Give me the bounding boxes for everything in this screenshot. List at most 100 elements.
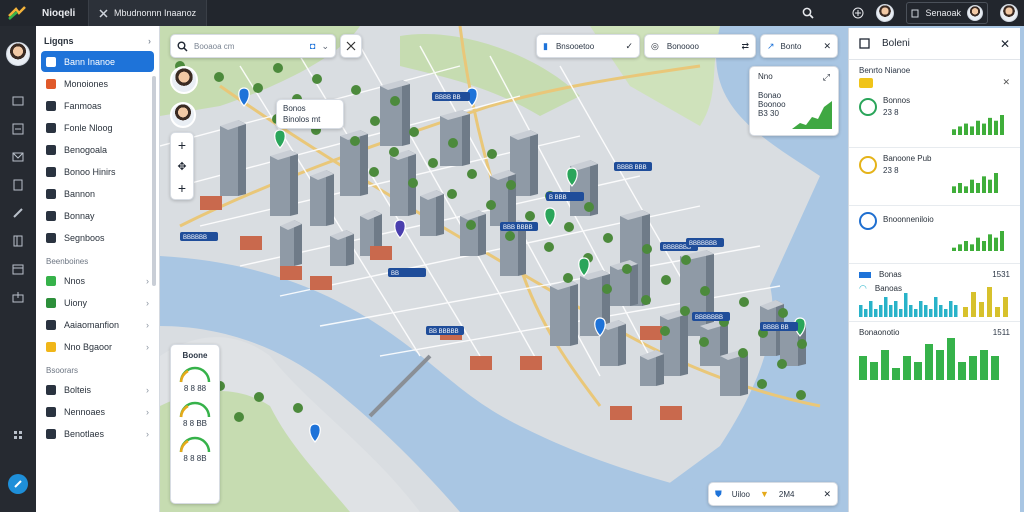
file-icon[interactable]: [9, 176, 27, 194]
shield-icon: [46, 297, 56, 308]
filter-pill-2[interactable]: ◎ Bonoooo ⇄: [644, 34, 756, 58]
sidebar-scrollbar[interactable]: [152, 76, 156, 286]
profile-avatar[interactable]: [6, 42, 30, 66]
sidebar-item[interactable]: Nennoaes ›: [41, 401, 154, 422]
stat-icon: [859, 212, 877, 230]
sidebar-item[interactable]: Bonoo Hinirs: [41, 161, 154, 182]
pen-icon[interactable]: [9, 204, 27, 222]
avatar-secondary[interactable]: [1000, 4, 1018, 22]
stat-row-green[interactable]: Bonaonotio 1511: [849, 322, 1020, 386]
mini-chart-card[interactable]: Nno ⤢ Bonao Boonoo B3 30: [749, 66, 839, 136]
sidebar-item[interactable]: Nnos ›: [41, 270, 154, 291]
layers-icon: [46, 78, 56, 89]
calendar-icon[interactable]: [9, 260, 27, 278]
filter-icon[interactable]: ◘: [310, 41, 315, 51]
layers-icon[interactable]: [9, 120, 27, 138]
sidebar-item[interactable]: Fonle Nloog: [41, 117, 154, 138]
upload-icon[interactable]: [9, 288, 27, 306]
star-icon: [46, 341, 56, 352]
close-icon[interactable]: ✕: [1002, 77, 1010, 88]
bar: [947, 338, 955, 380]
avatar[interactable]: [876, 4, 895, 22]
tree: [389, 147, 399, 157]
bottom-status-bar[interactable]: ⛊ Uiloo ▼ 2M4 ✕: [708, 482, 838, 506]
filter-pill-3[interactable]: ↗ Bonto ✕: [760, 34, 838, 58]
sidebar-item[interactable]: Nno Bgaoor ›: [41, 336, 154, 357]
search-icon[interactable]: [802, 7, 815, 19]
tree: [351, 85, 361, 95]
sidebar-section-label: Beenboines: [46, 257, 89, 266]
pin-icon: ▼: [760, 489, 769, 499]
tree: [486, 200, 496, 210]
bar: [904, 293, 908, 317]
tree: [525, 211, 535, 221]
map-view[interactable]: BBBB BB BBBBBB BBB BBBB BBBB BBB BBBBBBB BB BB…: [160, 26, 848, 512]
building-icon: [46, 166, 56, 177]
bar: [914, 309, 918, 317]
compass-icon[interactable]: [8, 474, 28, 494]
sidebar-item[interactable]: Bonnay: [41, 205, 154, 226]
user-avatar-marker[interactable]: [170, 102, 196, 128]
expand-button[interactable]: [340, 34, 362, 58]
map-search[interactable]: Booaoa cm ◘ ⌄: [170, 34, 336, 58]
sidebar-item[interactable]: Monoiones: [41, 73, 154, 94]
sidebar-item[interactable]: Bann Inanoe: [41, 51, 154, 72]
sidebar-item[interactable]: Segnboos: [41, 227, 154, 248]
zoom-in-icon[interactable]: +: [178, 137, 186, 153]
sparkbar-chart: [952, 231, 1004, 251]
map-popup[interactable]: Bonos Binolos mt: [276, 99, 344, 129]
bar: [988, 234, 992, 251]
chevron-right-icon: ›: [146, 406, 149, 417]
chevron-down-icon[interactable]: ⌄: [321, 41, 329, 52]
sparkbar-chart: [952, 173, 998, 193]
sidebar-header[interactable]: Ligqns ›: [36, 32, 159, 50]
sidebar-item[interactable]: Fanmoas: [41, 95, 154, 116]
inbox-icon[interactable]: [9, 92, 27, 110]
map-canvas[interactable]: BBBB BBBBBBBBBBB BBBBBBBB BBBBBBBBBBBBBB…: [160, 26, 848, 512]
mail-icon[interactable]: [9, 148, 27, 166]
user-menu[interactable]: Senaoak: [906, 2, 988, 24]
bar: [864, 309, 868, 317]
tab-active[interactable]: Mbudnonnn Inaanoz: [88, 0, 208, 26]
app-logo[interactable]: [0, 6, 34, 20]
check-icon[interactable]: ✓: [625, 41, 633, 52]
right-panel-header: Boleni ✕: [849, 28, 1020, 60]
pin-icon: [46, 144, 56, 155]
close-icon[interactable]: ✕: [823, 489, 831, 500]
chevron-right-icon: ›: [146, 297, 149, 308]
square-icon[interactable]: [859, 38, 870, 49]
stat-row[interactable]: Banoone Pub 23 8: [849, 148, 1020, 206]
stat-row[interactable]: Bnoonneniloio: [849, 206, 1020, 264]
pan-icon[interactable]: ✥: [177, 160, 186, 173]
route-icon: ↗: [767, 40, 775, 51]
filter-pill-1[interactable]: ▮ Bnsooetoo ✓: [536, 34, 640, 58]
bar: [914, 362, 922, 380]
search-input[interactable]: Booaoa cm: [194, 42, 234, 51]
bar: [991, 356, 999, 380]
zoom-in-icon[interactable]: +: [178, 180, 186, 196]
tree: [757, 379, 767, 389]
close-icon[interactable]: ✕: [823, 41, 831, 52]
sidebar-item[interactable]: Benogoala: [41, 139, 154, 160]
close-icon[interactable]: ✕: [1000, 37, 1010, 51]
mini-chart-title: Nno: [758, 72, 773, 81]
stat-row-teal[interactable]: Bonas 1531 ◠ Banoas: [849, 264, 1020, 322]
sidebar-item[interactable]: Benotlaes ›: [41, 423, 154, 444]
truck-icon: [46, 188, 56, 199]
sidebar-item[interactable]: Uiony ›: [41, 292, 154, 313]
sidebar-item[interactable]: Aaiaomanfion ›: [41, 314, 154, 335]
stat-row[interactable]: Bonnos 23 8: [849, 90, 1020, 148]
apps-icon[interactable]: [9, 426, 27, 444]
status-value: 2M4: [778, 489, 795, 499]
swap-icon[interactable]: ⇄: [741, 41, 749, 52]
bar: [980, 350, 988, 380]
user-avatar-marker[interactable]: [170, 66, 198, 94]
sidebar-item[interactable]: Bolteis ›: [41, 379, 154, 400]
bar: [925, 344, 933, 380]
book-icon[interactable]: [9, 232, 27, 250]
chevron-right-icon[interactable]: ›: [148, 36, 151, 46]
add-icon[interactable]: [852, 7, 864, 19]
sidebar-item[interactable]: Bannon: [41, 183, 154, 204]
expand-icon[interactable]: ⤢: [823, 72, 830, 83]
sidebar-item-label: Benotlaes: [64, 428, 105, 439]
